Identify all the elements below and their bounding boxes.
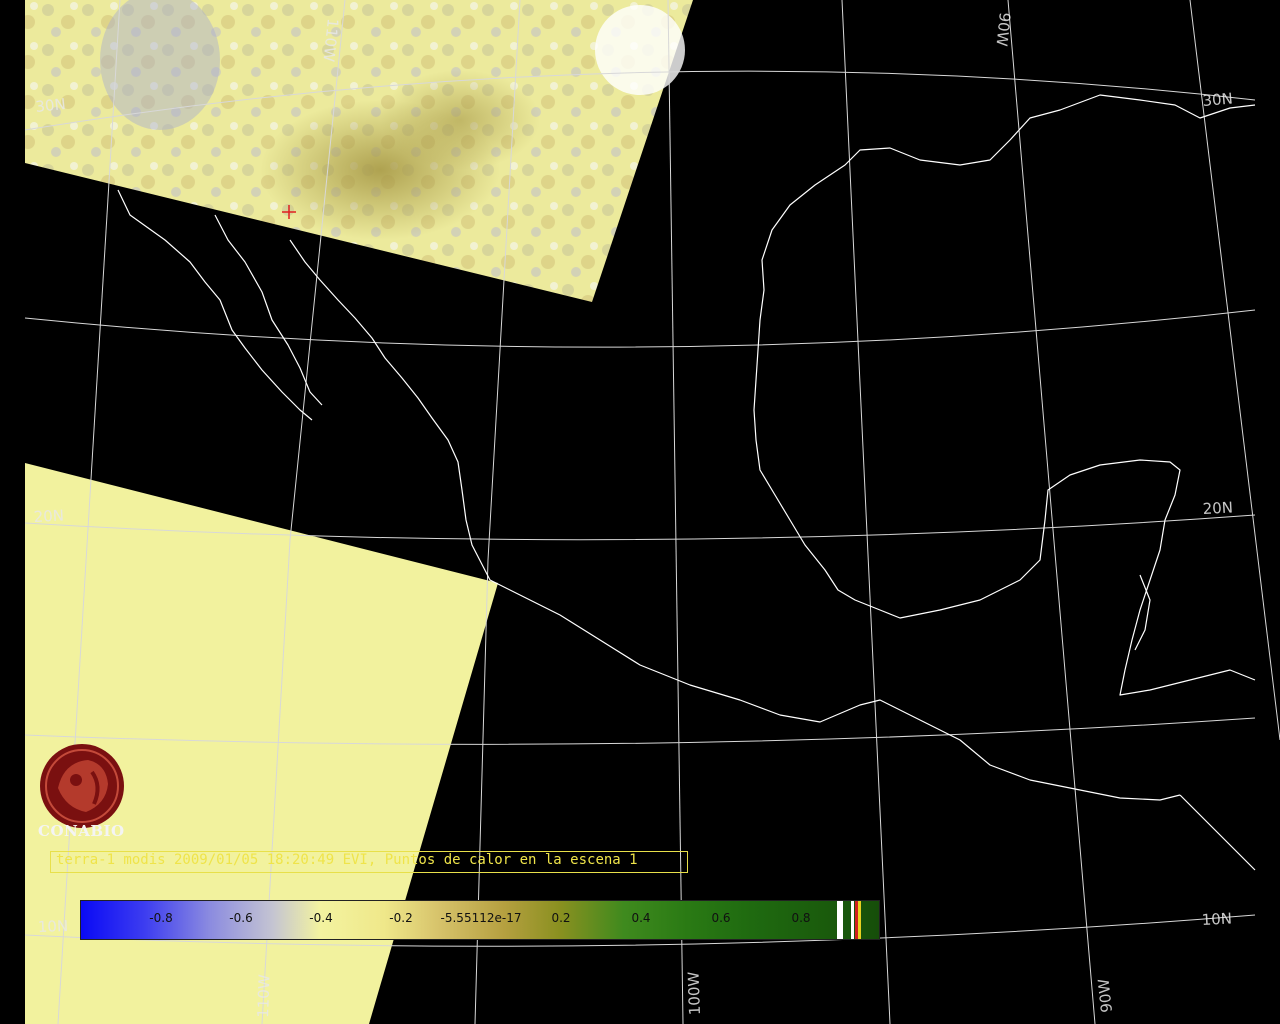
conabio-logo-text: CONABIO <box>38 822 125 840</box>
colorbar-tick-label: 0.2 <box>551 911 571 925</box>
colorbar-white-stripe <box>837 901 843 939</box>
lat-label-30n-east: 30N <box>1202 89 1234 110</box>
satellite-swath-north <box>25 0 693 302</box>
lon-label-100w-bottom: 100W <box>684 971 704 1015</box>
lat-label-10n-west: 10N <box>38 917 69 936</box>
lon-label-110w-bottom: 110W <box>254 974 274 1018</box>
lat-label-10n-east: 10N <box>1201 909 1232 929</box>
colorbar-tick-label: 0.6 <box>711 911 731 925</box>
colorbar-white-stripe-2 <box>851 901 854 939</box>
colorbar-tick-label: -0.4 <box>309 911 333 925</box>
colorbar-tick-label: -0.6 <box>229 911 253 925</box>
lon-label-90w-top: 90W <box>992 12 1013 48</box>
colorbar-tick-label: -5.55112e-17 <box>440 911 522 925</box>
lon-label-90w-bottom: 90W <box>1095 978 1116 1014</box>
colorbar-tick-label: -0.2 <box>389 911 413 925</box>
lat-label-20n-east: 20N <box>1202 498 1233 518</box>
colorbar-tick-label: 0.4 <box>631 911 651 925</box>
scene-caption: terra-1 modis 2009/01/05 18:20:49 EVI, P… <box>56 852 638 868</box>
lat-label-30n-west: 30N <box>35 95 67 116</box>
colorbar-tick-label: 0.8 <box>791 911 811 925</box>
colorbar-tick-label: -0.8 <box>149 911 173 925</box>
evi-colorbar: -0.8 -0.6 -0.4 -0.2 -5.55112e-17 0.2 0.4 0.6 0.8 <box>80 900 880 940</box>
colorbar-yellow-stripe <box>858 901 861 939</box>
lat-label-20n-west: 20N <box>33 506 64 526</box>
